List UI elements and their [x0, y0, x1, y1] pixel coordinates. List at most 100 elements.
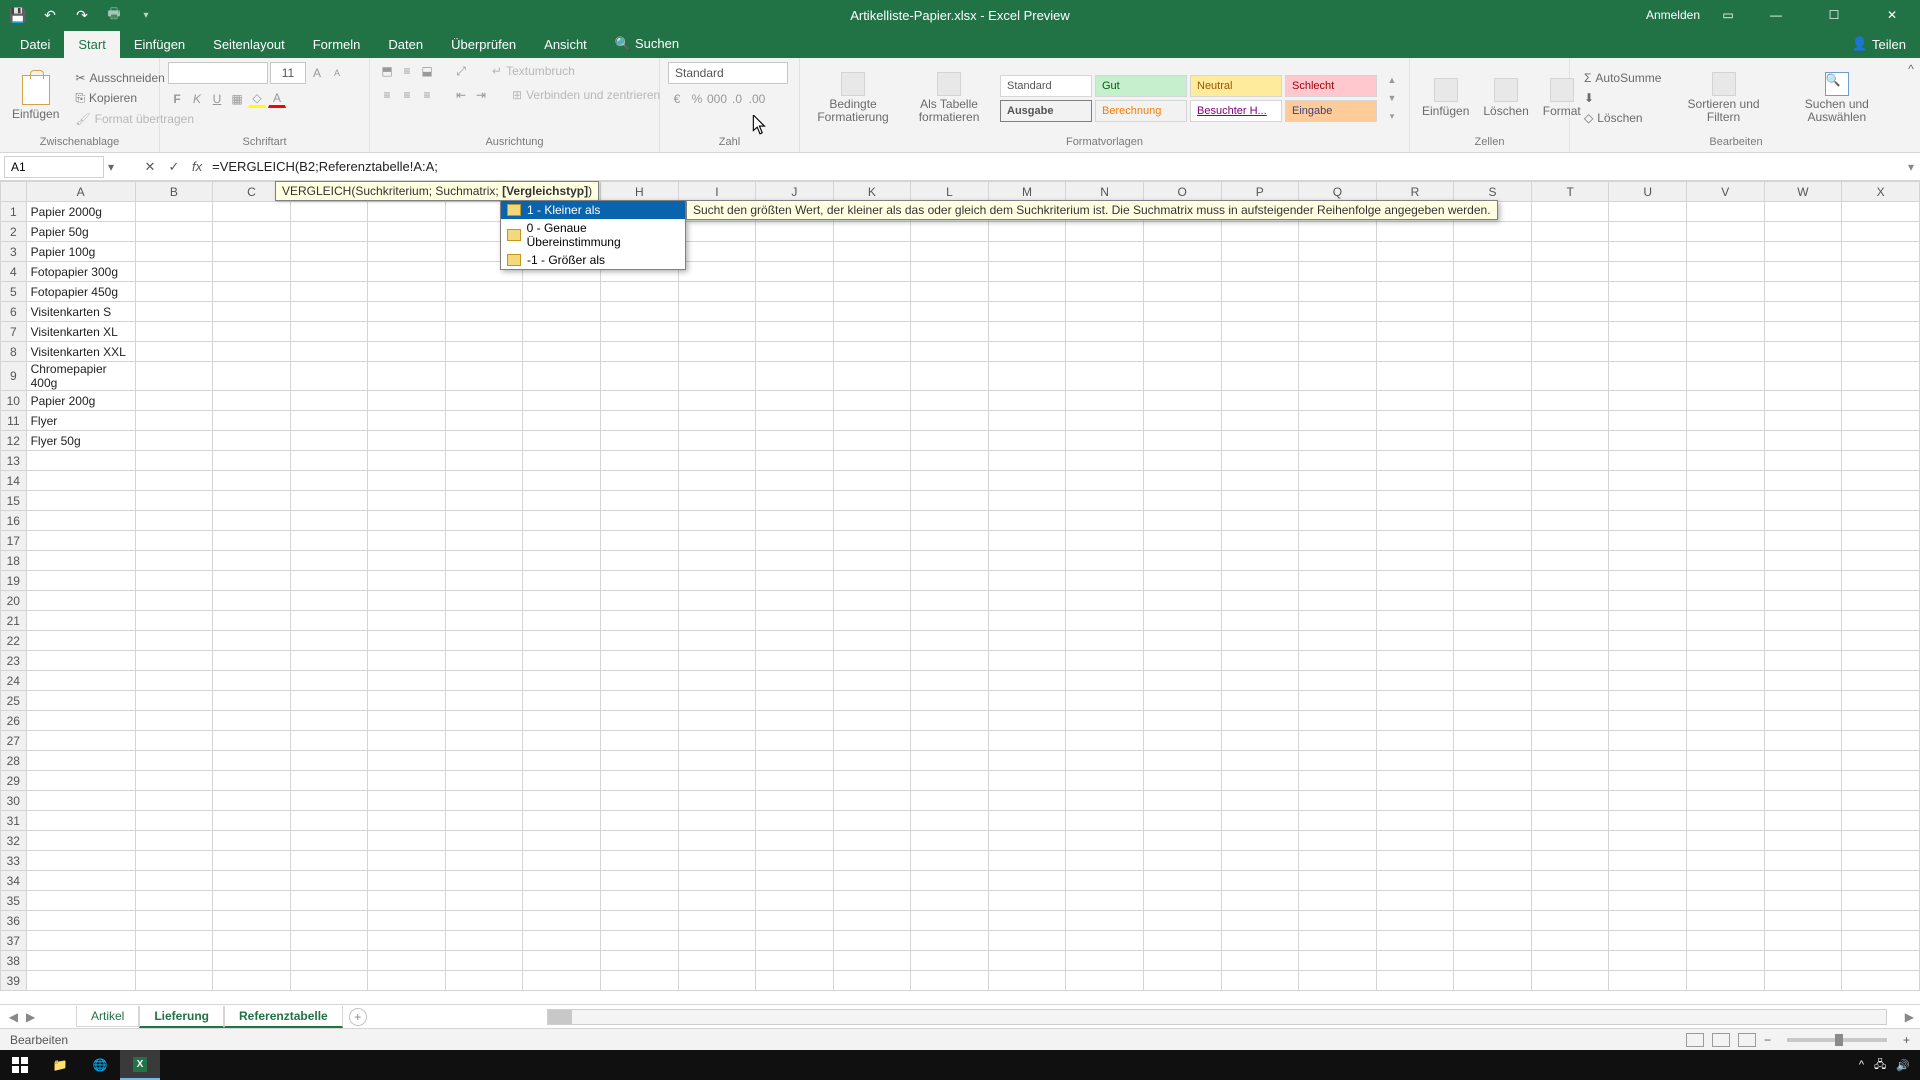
cell[interactable]: [911, 851, 989, 871]
cell[interactable]: [1454, 571, 1532, 591]
cell[interactable]: [1609, 531, 1687, 551]
cell[interactable]: [1686, 871, 1764, 891]
cell[interactable]: Papier 100g: [26, 242, 135, 262]
cell[interactable]: [1299, 322, 1377, 342]
cell[interactable]: [1299, 891, 1377, 911]
cell[interactable]: [445, 471, 523, 491]
cell[interactable]: [1531, 771, 1609, 791]
cell[interactable]: [1842, 222, 1920, 242]
cell[interactable]: [368, 322, 446, 342]
cell[interactable]: [1609, 571, 1687, 591]
cell[interactable]: [290, 811, 368, 831]
font-family-select[interactable]: [168, 62, 268, 84]
column-header[interactable]: J: [756, 182, 834, 202]
cell[interactable]: [1221, 691, 1299, 711]
cell[interactable]: [1299, 731, 1377, 751]
row-header[interactable]: 23: [1, 651, 27, 671]
cell[interactable]: [1842, 611, 1920, 631]
close-button[interactable]: ✕: [1872, 0, 1912, 30]
cell[interactable]: [911, 811, 989, 831]
cell[interactable]: [601, 971, 679, 991]
cell[interactable]: [445, 611, 523, 631]
cell[interactable]: [445, 951, 523, 971]
style-ausgabe[interactable]: Ausgabe: [1000, 100, 1092, 122]
cell[interactable]: [445, 691, 523, 711]
sheet-tab-referenztabelle[interactable]: Referenztabelle: [224, 1006, 343, 1028]
sheet-tab-artikel[interactable]: Artikel: [76, 1006, 139, 1027]
cell[interactable]: [601, 551, 679, 571]
cell[interactable]: [1221, 262, 1299, 282]
cell[interactable]: [1764, 891, 1842, 911]
cell[interactable]: [1531, 391, 1609, 411]
cell[interactable]: [1609, 931, 1687, 951]
cell[interactable]: [756, 831, 834, 851]
zoom-slider[interactable]: [1787, 1038, 1887, 1042]
cell[interactable]: [911, 831, 989, 851]
cell[interactable]: [678, 302, 755, 322]
cell[interactable]: [1143, 431, 1221, 451]
style-scroll-up-icon[interactable]: ▲: [1383, 71, 1401, 89]
cell[interactable]: [1143, 931, 1221, 951]
cell[interactable]: [988, 571, 1066, 591]
orientation-icon[interactable]: ⤢: [452, 62, 470, 80]
cell[interactable]: [1609, 322, 1687, 342]
cell[interactable]: [135, 891, 213, 911]
cell[interactable]: [290, 431, 368, 451]
cell[interactable]: [988, 871, 1066, 891]
cell[interactable]: [1531, 362, 1609, 391]
cell[interactable]: [1143, 911, 1221, 931]
cell[interactable]: Visitenkarten S: [26, 302, 135, 322]
row-header[interactable]: 27: [1, 731, 27, 751]
cell[interactable]: [368, 831, 446, 851]
cell[interactable]: [213, 671, 291, 691]
cell[interactable]: [1764, 951, 1842, 971]
cell[interactable]: [1842, 551, 1920, 571]
cell[interactable]: [1609, 711, 1687, 731]
cell[interactable]: [290, 731, 368, 751]
cell[interactable]: [26, 911, 135, 931]
cell[interactable]: [678, 411, 755, 431]
cell[interactable]: [988, 791, 1066, 811]
cell[interactable]: [1454, 411, 1532, 431]
cell[interactable]: [1143, 342, 1221, 362]
cell[interactable]: Papier 50g: [26, 222, 135, 242]
cell[interactable]: [601, 891, 679, 911]
cell[interactable]: [1376, 951, 1454, 971]
cell[interactable]: [445, 302, 523, 322]
cell[interactable]: [1842, 911, 1920, 931]
cell[interactable]: Papier 200g: [26, 391, 135, 411]
cell[interactable]: [1376, 391, 1454, 411]
row-header[interactable]: 10: [1, 391, 27, 411]
cell[interactable]: [678, 322, 755, 342]
italic-icon[interactable]: K: [188, 90, 206, 108]
cell[interactable]: [1221, 611, 1299, 631]
cell[interactable]: [911, 471, 989, 491]
cell[interactable]: [601, 531, 679, 551]
formula-input[interactable]: [208, 156, 1902, 178]
cell[interactable]: [988, 951, 1066, 971]
style-eingabe[interactable]: Eingabe: [1285, 100, 1377, 122]
cell[interactable]: [601, 831, 679, 851]
cell[interactable]: [368, 911, 446, 931]
cell[interactable]: [756, 571, 834, 591]
cell[interactable]: [678, 431, 755, 451]
cell[interactable]: [523, 631, 601, 651]
conditional-formatting-button[interactable]: Bedingte Formatierung: [808, 70, 898, 126]
cell[interactable]: [445, 851, 523, 871]
cell[interactable]: [911, 771, 989, 791]
cell[interactable]: [601, 711, 679, 731]
cell[interactable]: [523, 791, 601, 811]
cell[interactable]: [601, 571, 679, 591]
cell[interactable]: [1531, 262, 1609, 282]
row-header[interactable]: 17: [1, 531, 27, 551]
cell[interactable]: [756, 431, 834, 451]
cell[interactable]: [1299, 751, 1377, 771]
cell[interactable]: Flyer: [26, 411, 135, 431]
cell[interactable]: [1531, 551, 1609, 571]
cell[interactable]: [26, 531, 135, 551]
cell[interactable]: [1842, 811, 1920, 831]
cell[interactable]: [445, 391, 523, 411]
cell[interactable]: [1686, 751, 1764, 771]
cell[interactable]: [445, 731, 523, 751]
cell[interactable]: [1842, 202, 1920, 222]
